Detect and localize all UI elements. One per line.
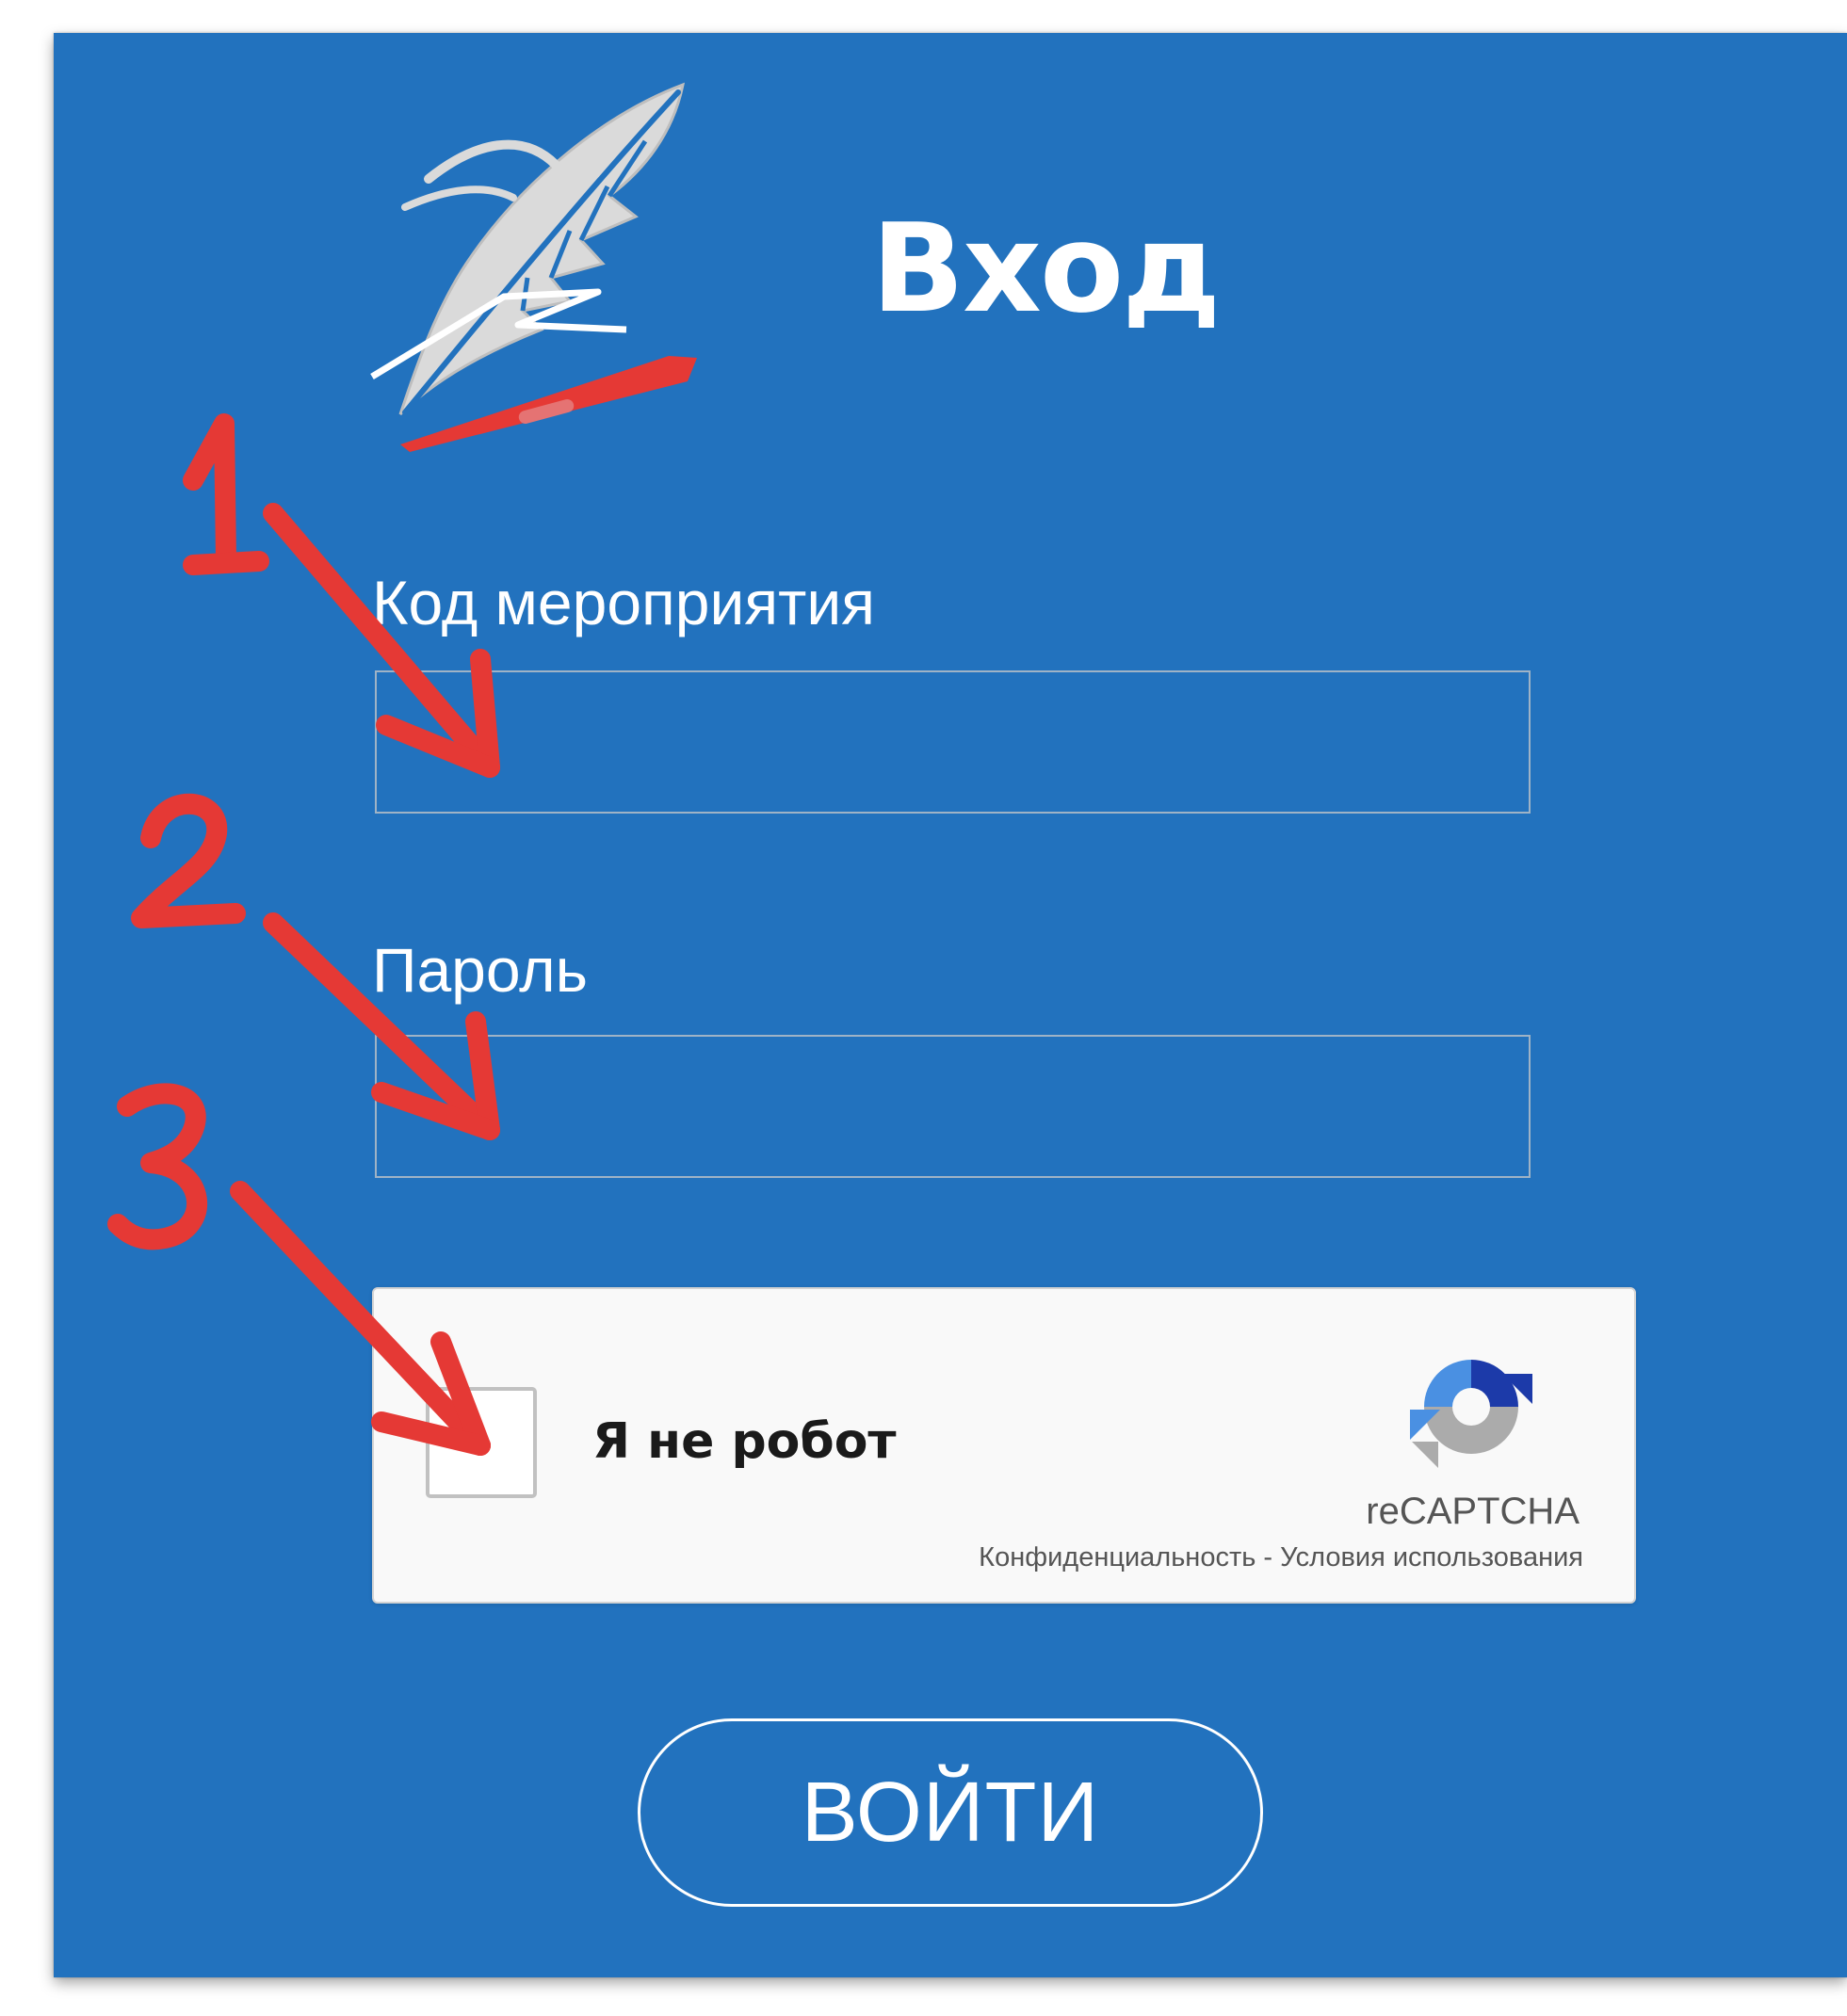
password-label: Пароль [372,935,589,1005]
recaptcha-links: Конфиденциальность - Условия использован… [979,1540,1583,1574]
recaptcha-widget: Я не робот reCAPTCHA Конфиденциальность … [372,1287,1636,1604]
links-separator: - [1256,1542,1281,1572]
page-title: Вход [871,197,1221,340]
password-input[interactable] [375,1035,1531,1178]
recaptcha-checkbox[interactable] [426,1387,537,1498]
recaptcha-label: Я не робот [592,1413,897,1470]
recaptcha-logo-icon [1410,1360,1532,1468]
event-code-label: Код мероприятия [372,568,875,637]
event-code-input[interactable] [375,670,1531,814]
screenshot-frame: Вход Код мероприятия Пароль Я не робот r… [0,0,1847,2016]
feather-quill-logo-icon [370,82,697,452]
privacy-link[interactable]: Конфиденциальность [979,1542,1256,1572]
login-button[interactable]: ВОЙТИ [638,1718,1263,1907]
terms-link[interactable]: Условия использования [1280,1542,1583,1572]
recaptcha-brand: reCAPTCHA [1366,1491,1580,1532]
